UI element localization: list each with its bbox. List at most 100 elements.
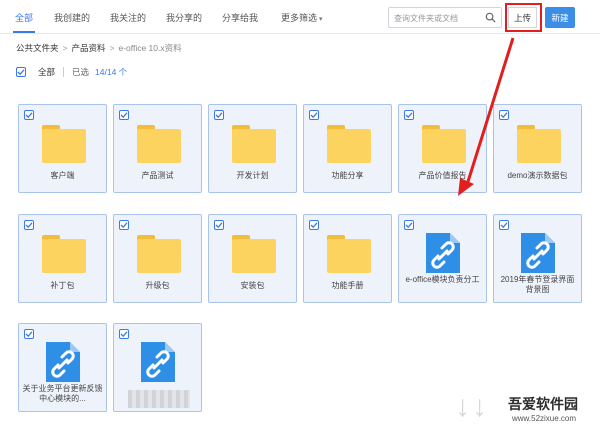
item-checkbox[interactable] xyxy=(24,220,34,230)
item-checkbox[interactable] xyxy=(119,329,129,339)
divider xyxy=(63,67,65,77)
file-card[interactable]: e-office模块负责分工 xyxy=(398,214,487,303)
breadcrumb-current: e-office 10.x资料 xyxy=(118,43,182,53)
item-checkbox[interactable] xyxy=(499,220,509,230)
item-name: 2019年春节登录界面背景图 xyxy=(500,275,575,294)
selection-bar: 全部 已选 14/14 个 xyxy=(16,66,127,78)
breadcrumb-separator: > xyxy=(62,43,68,53)
item-checkbox[interactable] xyxy=(309,220,319,230)
check-icon xyxy=(120,222,128,229)
folder-icon xyxy=(517,125,561,163)
link-file-icon xyxy=(46,342,80,382)
search-input[interactable] xyxy=(394,11,482,25)
breadcrumb-product-docs[interactable]: 产品资料 xyxy=(71,43,105,53)
file-card[interactable]: 关于业务平台更新反馈中心模块的... xyxy=(18,323,107,412)
item-name: 产品测试 xyxy=(141,171,174,180)
item-checkbox[interactable] xyxy=(119,110,129,120)
caret-down-icon: ▾ xyxy=(319,16,323,23)
item-name: 升级包 xyxy=(145,281,170,290)
check-icon xyxy=(310,222,318,229)
item-name: 安装包 xyxy=(240,281,265,290)
watermark-brand: 吾爱软件园 xyxy=(508,396,578,412)
item-checkbox[interactable] xyxy=(24,110,34,120)
file-card[interactable]: 2019年春节登录界面背景图 xyxy=(493,214,582,303)
item-checkbox[interactable] xyxy=(404,110,414,120)
tab-created-by-me[interactable]: 我创建的 xyxy=(54,11,90,24)
check-icon xyxy=(500,112,508,119)
link-file-icon xyxy=(426,233,460,273)
selected-count: 14/14 个 xyxy=(95,67,128,77)
link-file-icon xyxy=(521,233,555,273)
check-icon xyxy=(25,222,33,229)
item-name: e-office模块负责分工 xyxy=(405,275,480,284)
folder-icon xyxy=(137,125,181,163)
folder-card[interactable]: 产品价值报告 xyxy=(398,104,487,193)
folder-icon xyxy=(422,125,466,163)
breadcrumb-separator: > xyxy=(109,43,115,53)
folder-icon xyxy=(137,235,181,273)
folder-card[interactable]: 升级包 xyxy=(113,214,202,303)
check-icon xyxy=(17,69,25,76)
folder-icon xyxy=(327,235,371,273)
folder-icon xyxy=(42,235,86,273)
item-checkbox[interactable] xyxy=(119,220,129,230)
item-checkbox[interactable] xyxy=(214,110,224,120)
select-all-label: 全部 xyxy=(38,67,56,77)
item-checkbox[interactable] xyxy=(404,220,414,230)
upload-button[interactable]: 上传 xyxy=(508,7,537,28)
folder-card[interactable]: 功能手册 xyxy=(303,214,392,303)
top-tab-bar: 全部 我创建的 我关注的 我分享的 分享给我 更多筛选▾ 上传 新建 xyxy=(0,0,600,34)
site-watermark: ↓↓ 吾爱软件园 www.52zixue.com xyxy=(450,380,600,446)
new-button[interactable]: 新建 xyxy=(545,7,575,28)
folder-icon xyxy=(327,125,371,163)
select-all-checkbox[interactable] xyxy=(16,67,26,77)
item-name: 功能分享 xyxy=(331,171,364,180)
item-name: 补丁包 xyxy=(50,281,75,290)
more-filters-label: 更多筛选 xyxy=(281,13,318,23)
check-icon xyxy=(25,112,33,119)
item-checkbox[interactable] xyxy=(499,110,509,120)
file-card[interactable] xyxy=(113,323,202,412)
folder-card[interactable]: demo演示数据包 xyxy=(493,104,582,193)
check-icon xyxy=(405,222,413,229)
item-checkbox[interactable] xyxy=(309,110,319,120)
search-box xyxy=(388,7,502,28)
check-icon xyxy=(500,222,508,229)
folder-card[interactable]: 功能分享 xyxy=(303,104,392,193)
active-tab-indicator xyxy=(13,31,35,33)
folder-icon xyxy=(42,125,86,163)
folder-card[interactable]: 产品测试 xyxy=(113,104,202,193)
item-name: demo演示数据包 xyxy=(507,171,568,180)
item-checkbox[interactable] xyxy=(24,329,34,339)
folder-icon xyxy=(232,235,276,273)
tab-shared-to-me[interactable]: 分享给我 xyxy=(222,11,258,24)
check-icon xyxy=(215,222,223,229)
item-checkbox[interactable] xyxy=(214,220,224,230)
selected-label: 已选 xyxy=(72,67,90,77)
tab-more-filters[interactable]: 更多筛选 ▾ xyxy=(281,11,323,24)
tab-shared-by-me[interactable]: 我分享的 xyxy=(166,11,202,24)
check-icon xyxy=(405,112,413,119)
folder-card[interactable]: 安装包 xyxy=(208,214,297,303)
item-name: 产品价值报告 xyxy=(418,171,467,180)
folder-card[interactable]: 开发计划 xyxy=(208,104,297,193)
folder-icon xyxy=(232,125,276,163)
check-icon xyxy=(25,331,33,338)
tab-all[interactable]: 全部 xyxy=(15,11,33,24)
check-icon xyxy=(120,331,128,338)
tab-followed[interactable]: 我关注的 xyxy=(110,11,146,24)
blurred-filename xyxy=(128,390,190,408)
item-name: 客户端 xyxy=(50,171,75,180)
item-name: 关于业务平台更新反馈中心模块的... xyxy=(22,384,103,403)
watermark-url: www.52zixue.com xyxy=(512,414,577,423)
breadcrumb-root[interactable]: 公共文件夹 xyxy=(16,43,59,53)
folder-card[interactable]: 客户端 xyxy=(18,104,107,193)
search-icon[interactable] xyxy=(485,12,496,23)
check-icon xyxy=(310,112,318,119)
check-icon xyxy=(120,112,128,119)
watermark-logo: ↓↓ xyxy=(455,390,489,423)
breadcrumb: 公共文件夹 > 产品资料 > e-office 10.x资料 xyxy=(16,42,182,54)
check-icon xyxy=(215,112,223,119)
link-file-icon xyxy=(141,342,175,382)
folder-card[interactable]: 补丁包 xyxy=(18,214,107,303)
